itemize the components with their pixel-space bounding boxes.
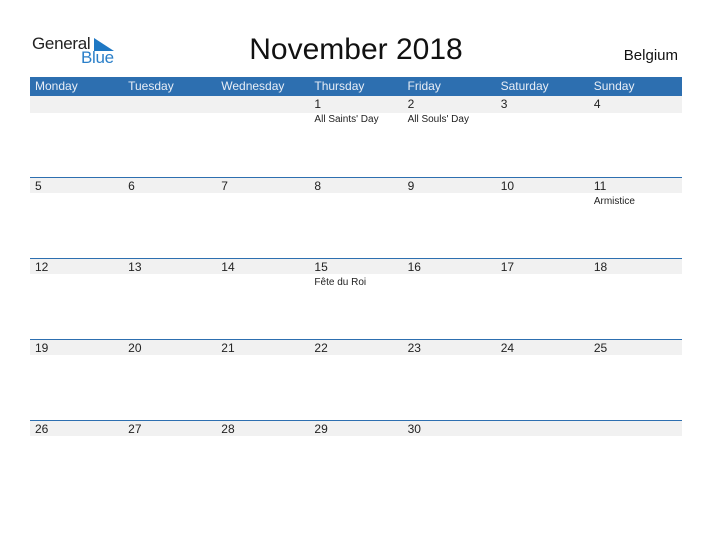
day-cell: 9 <box>403 177 496 258</box>
weekday-thursday: Thursday <box>314 79 365 93</box>
day-number: 16 <box>407 260 421 274</box>
day-cell: 3 <box>496 96 589 177</box>
day-cell: 20 <box>123 339 216 420</box>
day-number: 21 <box>221 341 235 355</box>
day-cell: 17 <box>496 258 589 339</box>
day-number: 1 <box>314 97 322 111</box>
day-cell: 1 All Saints' Day <box>309 96 402 177</box>
day-cell: 5 <box>30 177 123 258</box>
day-number: 17 <box>500 260 515 274</box>
day-number: 5 <box>35 179 42 193</box>
day-cell: 24 <box>496 339 589 420</box>
day-cell: 23 <box>403 339 496 420</box>
day-cell: 13 <box>123 258 216 339</box>
week-row-4: 19 20 21 22 23 24 25 <box>30 339 682 420</box>
day-cell: 8 <box>309 177 402 258</box>
day-cell <box>123 96 216 177</box>
day-number: 27 <box>128 422 142 436</box>
day-cell: 30 <box>403 420 496 501</box>
week-row-3: 12 13 14 15 Fête du Roi 16 17 18 <box>30 258 682 339</box>
country-label: Belgium <box>623 47 678 64</box>
day-number: 14 <box>221 260 235 274</box>
holiday-label: All Souls' Day <box>407 114 469 125</box>
holiday-label: Fête du Roi <box>314 277 367 288</box>
day-cell: 11 Armistice <box>589 177 682 258</box>
day-cell: 26 <box>30 420 123 501</box>
day-number: 9 <box>407 179 415 193</box>
day-number: 30 <box>407 422 421 436</box>
day-number: 7 <box>221 179 228 193</box>
day-number: 28 <box>221 422 235 436</box>
day-number: 23 <box>407 341 421 355</box>
holiday-label: All Saints' Day <box>314 114 379 125</box>
day-number: 2 <box>407 97 415 111</box>
day-cell <box>216 96 309 177</box>
day-cell <box>30 96 123 177</box>
day-cell: 29 <box>309 420 402 501</box>
day-cell: 6 <box>123 177 216 258</box>
day-number: 26 <box>35 422 49 436</box>
day-number: 13 <box>128 260 142 274</box>
weekday-header: Monday Tuesday Wednesday Thursday Friday… <box>30 77 682 96</box>
day-cell <box>589 420 682 501</box>
holiday-label: Armistice <box>593 196 635 207</box>
day-cell: 18 <box>589 258 682 339</box>
weekday-saturday: Saturday <box>500 79 549 93</box>
week-row-5: 26 27 28 29 30 <box>30 420 682 501</box>
day-cell: 16 <box>403 258 496 339</box>
day-number: 3 <box>500 97 508 111</box>
day-number: 11 <box>593 179 607 193</box>
day-number: 4 <box>593 97 601 111</box>
day-cell: 21 <box>216 339 309 420</box>
day-number: 6 <box>128 179 135 193</box>
day-number: 18 <box>593 260 608 274</box>
day-number: 24 <box>500 341 515 355</box>
day-number: 20 <box>128 341 142 355</box>
day-cell: 14 <box>216 258 309 339</box>
day-number: 22 <box>314 341 328 355</box>
day-number: 10 <box>500 179 515 193</box>
day-cell: 7 <box>216 177 309 258</box>
day-cell: 19 <box>30 339 123 420</box>
day-cell <box>496 420 589 501</box>
week-row-2: 5 6 7 8 9 10 11 Armistice <box>30 177 682 258</box>
day-cell: 25 <box>589 339 682 420</box>
day-number: 25 <box>593 341 608 355</box>
weekday-monday: Monday <box>35 79 78 93</box>
week-row-1: 1 All Saints' Day 2 All Souls' Day 3 4 <box>30 96 682 177</box>
calendar-title: November 2018 <box>249 33 463 66</box>
weekday-tuesday: Tuesday <box>128 79 174 93</box>
day-number: 8 <box>314 179 322 193</box>
day-number: 29 <box>314 422 328 436</box>
day-number: 15 <box>314 260 328 274</box>
weekday-sunday: Sunday <box>593 79 635 93</box>
day-cell: 28 <box>216 420 309 501</box>
day-cell: 15 Fête du Roi <box>309 258 402 339</box>
day-number: 12 <box>35 260 49 274</box>
day-cell: 10 <box>496 177 589 258</box>
day-cell: 22 <box>309 339 402 420</box>
day-number: 19 <box>35 341 49 355</box>
weekday-friday: Friday <box>407 79 441 93</box>
day-cell: 12 <box>30 258 123 339</box>
weekday-wednesday: Wednesday <box>221 79 285 93</box>
day-cell: 27 <box>123 420 216 501</box>
day-cell: 2 All Souls' Day <box>403 96 496 177</box>
day-cell: 4 <box>589 96 682 177</box>
